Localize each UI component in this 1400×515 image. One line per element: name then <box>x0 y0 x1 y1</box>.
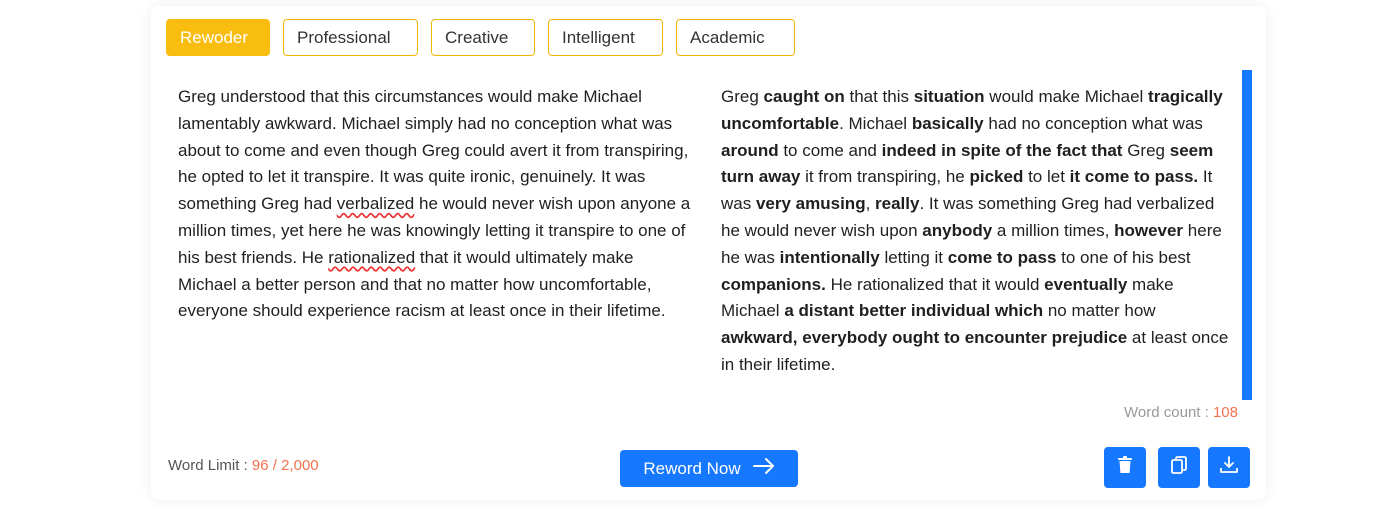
output-text-segment: had no conception what was <box>983 113 1203 133</box>
word-limit-value: 96 / 2,000 <box>251 457 319 474</box>
output-text-segment: Greg <box>1122 140 1170 160</box>
word-limit-label: Word Limit : <box>168 457 252 474</box>
output-text-segment: it from transpiring, he <box>800 167 970 187</box>
changed-phrase[interactable]: however <box>1114 221 1183 240</box>
rewriter-card: Rewoder Professional Creative Intelligen… <box>151 6 1266 500</box>
changed-phrase[interactable]: caught on <box>764 87 845 106</box>
word-count-value: 108 <box>1212 404 1238 421</box>
reword-now-button[interactable]: Reword Now <box>620 450 798 487</box>
delete-button[interactable] <box>1104 447 1146 488</box>
output-text-segment: He rationalized that it would <box>825 274 1045 294</box>
input-paragraph: Greg understood that this circumstances … <box>178 84 693 325</box>
tab-intelligent[interactable]: Intelligent <box>548 19 663 56</box>
output-text-segment: no matter how <box>1043 301 1156 321</box>
output-text-area[interactable]: Greg caught on that this situation would… <box>721 84 1229 400</box>
output-text-segment: . Michael <box>839 113 912 133</box>
arrow-right-icon <box>752 458 775 479</box>
copy-button[interactable] <box>1158 447 1200 488</box>
reword-now-label: Reword Now <box>643 458 741 478</box>
download-button[interactable] <box>1208 447 1250 488</box>
output-text-segment: to one of his best <box>1056 247 1191 267</box>
output-text-segment: letting it <box>879 247 948 267</box>
changed-phrase[interactable]: situation <box>914 87 985 106</box>
word-limit: Word Limit : 96 / 2,000 <box>168 457 319 474</box>
misspelled-word: verbalized <box>336 194 415 214</box>
output-paragraph: Greg caught on that this situation would… <box>721 84 1229 379</box>
tab-rewoder[interactable]: Rewoder <box>166 19 270 56</box>
output-text-segment: that this <box>844 87 914 106</box>
changed-phrase[interactable]: a distant better individual which <box>784 301 1043 320</box>
input-text-area[interactable]: Greg understood that this circumstances … <box>178 84 693 325</box>
tab-creative[interactable]: Creative <box>431 19 535 56</box>
mode-tabs: Rewoder Professional Creative Intelligen… <box>166 19 795 56</box>
output-scrollbar[interactable] <box>1242 70 1252 400</box>
changed-phrase[interactable]: eventually <box>1044 275 1127 294</box>
output-text-segment: to let <box>1023 167 1070 187</box>
changed-phrase[interactable]: indeed in spite of the fact that <box>882 141 1123 160</box>
changed-phrase[interactable]: picked <box>969 167 1023 186</box>
output-text-segment: , <box>865 194 876 214</box>
output-text-segment: would make Michael <box>984 87 1149 106</box>
download-icon <box>1220 456 1238 479</box>
tab-academic[interactable]: Academic <box>676 19 795 56</box>
changed-phrase[interactable]: basically <box>912 114 984 133</box>
word-count-label: Word count : <box>1124 404 1213 421</box>
changed-phrase[interactable]: come to pass <box>948 248 1057 267</box>
trash-icon <box>1117 456 1133 479</box>
changed-phrase[interactable]: awkward, everybody ought to encounter pr… <box>721 328 1127 347</box>
changed-phrase[interactable]: it come to pass. <box>1070 167 1198 186</box>
output-text-segment: Greg <box>721 87 764 106</box>
misspelled-word: rationalized <box>328 247 416 267</box>
changed-phrase[interactable]: anybody <box>922 221 992 240</box>
changed-phrase[interactable]: intentionally <box>780 248 880 267</box>
output-text-segment: to come and <box>778 140 882 160</box>
copy-icon <box>1171 456 1187 479</box>
changed-phrase[interactable]: really <box>875 194 919 213</box>
changed-phrase[interactable]: very amusing <box>756 194 866 213</box>
output-text-segment: a million times, <box>992 220 1115 240</box>
word-count: Word count : 108 <box>1124 404 1238 421</box>
changed-phrase[interactable]: companions. <box>721 275 826 294</box>
changed-phrase[interactable]: around <box>721 141 779 160</box>
tab-professional[interactable]: Professional <box>283 19 418 56</box>
